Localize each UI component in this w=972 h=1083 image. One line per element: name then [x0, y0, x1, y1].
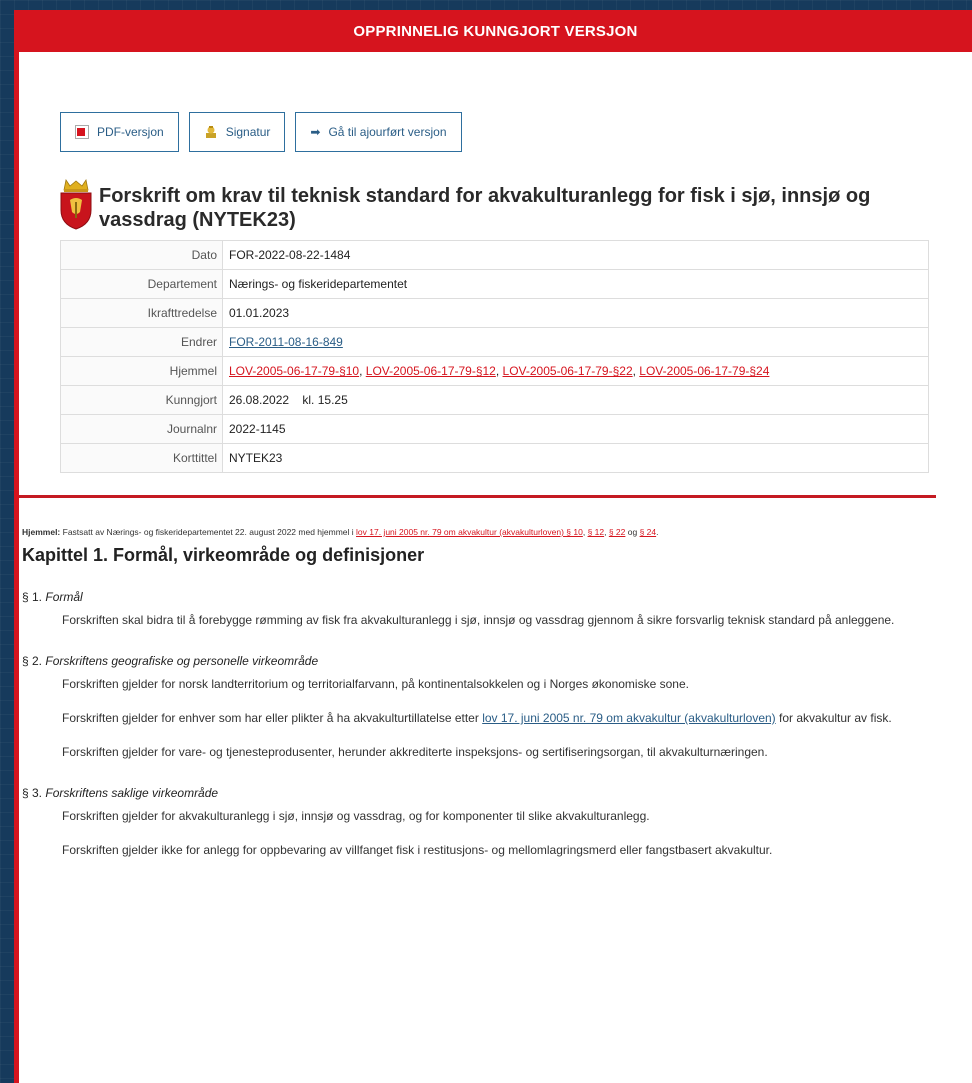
- hjemmel-link-24[interactable]: LOV-2005-06-17-79-§24: [639, 364, 769, 378]
- pdf-version-button[interactable]: PDF-versjon: [60, 112, 179, 152]
- signature-icon: [204, 125, 218, 139]
- meta-row-endrer: Endrer FOR-2011-08-16-849: [60, 327, 929, 357]
- chapter-heading: Kapittel 1. Formål, virkeområde og defin…: [22, 545, 425, 565]
- hjemmel-line: Hjemmel: Fastsatt av Nærings- og fiskeri…: [22, 527, 659, 537]
- meta-row-journalnr: Journalnr 2022-1145: [60, 414, 929, 444]
- meta-value: NYTEK23: [222, 443, 929, 473]
- law-section-12-link[interactable]: § 12: [588, 527, 605, 537]
- section-title: Formål: [45, 590, 83, 604]
- coat-of-arms-icon: [60, 178, 92, 230]
- law-link[interactable]: lov 17. juni 2005 nr. 79 om akvakultur (…: [356, 527, 583, 537]
- hjemmel-link-10[interactable]: LOV-2005-06-17-79-§10: [229, 364, 359, 378]
- metadata-table: Dato FOR-2022-08-22-1484 Departement Nær…: [60, 240, 929, 473]
- hjemmel-og: og: [625, 527, 640, 537]
- meta-label: Journalnr: [60, 414, 223, 444]
- meta-value: 2022-1145: [222, 414, 929, 444]
- section-divider: [19, 495, 936, 498]
- law-section-22-link[interactable]: § 22: [609, 527, 626, 537]
- meta-label: Ikrafttredelse: [60, 298, 223, 328]
- section-heading: § 1. Formål: [22, 590, 972, 604]
- section-number: § 3.: [22, 786, 43, 800]
- section-2: § 2. Forskriftens geografiske og persone…: [19, 654, 972, 762]
- meta-row-kunngjort: Kunngjort 26.08.2022 kl. 15.25: [60, 385, 929, 415]
- goto-current-version-button[interactable]: ➡ Gå til ajourført versjon: [295, 112, 462, 152]
- document-page: OPPRINNELIG KUNNGJORT VERSJON PDF-versjo…: [14, 10, 972, 1083]
- meta-label: Kunngjort: [60, 385, 223, 415]
- meta-row-departement: Departement Nærings- og fiskerideparteme…: [60, 269, 929, 299]
- paragraph-text: for akvakultur av fisk.: [775, 711, 892, 725]
- meta-label: Korttittel: [60, 443, 223, 473]
- version-banner: OPPRINNELIG KUNNGJORT VERSJON: [19, 10, 972, 52]
- meta-value: FOR-2022-08-22-1484: [222, 240, 929, 270]
- meta-value: LOV-2005-06-17-79-§10, LOV-2005-06-17-79…: [222, 356, 929, 386]
- document-content: PDF-versjon Signatur ➡ Gå til ajourført …: [19, 112, 972, 860]
- signature-button[interactable]: Signatur: [188, 112, 286, 152]
- section-heading: § 3. Forskriftens saklige virkeområde: [22, 786, 972, 800]
- section-paragraph: Forskriften gjelder ikke for anlegg for …: [62, 843, 773, 857]
- meta-label: Endrer: [60, 327, 223, 357]
- section-paragraph: Forskriften skal bidra til å forebygge r…: [62, 613, 895, 627]
- meta-row-korttittel: Korttittel NYTEK23: [60, 443, 929, 473]
- document-title: Forskrift om krav til teknisk standard f…: [99, 185, 871, 231]
- section-paragraph: Forskriften gjelder for norsk landterrit…: [62, 677, 689, 691]
- meta-value: 26.08.2022 kl. 15.25: [222, 385, 929, 415]
- document-toolbar: PDF-versjon Signatur ➡ Gå til ajourført …: [60, 112, 972, 152]
- section-paragraph: Forskriften gjelder for vare- og tjenest…: [62, 745, 768, 759]
- section-paragraph: Forskriften gjelder for enhver som har e…: [22, 708, 927, 728]
- meta-value: FOR-2011-08-16-849: [222, 327, 929, 357]
- endrer-link[interactable]: FOR-2011-08-16-849: [229, 335, 343, 349]
- section-paragraph: Forskriften gjelder for akvakulturanlegg…: [62, 809, 650, 823]
- meta-label: Dato: [60, 240, 223, 270]
- hjemmel-text: Fastsatt av Nærings- og fiskerideparteme…: [60, 527, 357, 537]
- section-1: § 1. Formål Forskriften skal bidra til å…: [19, 590, 972, 630]
- meta-row-ikrafttredelse: Ikrafttredelse 01.01.2023: [60, 298, 929, 328]
- section-number: § 2.: [22, 654, 43, 668]
- signature-label: Signatur: [225, 125, 271, 139]
- section-3: § 3. Forskriftens saklige virkeområde Fo…: [19, 786, 972, 860]
- arrow-right-icon: ➡: [310, 125, 321, 139]
- akvakulturloven-link[interactable]: lov 17. juni 2005 nr. 79 om akvakultur (…: [482, 711, 776, 725]
- meta-value: Nærings- og fiskeridepartementet: [222, 269, 929, 299]
- meta-value: 01.01.2023: [222, 298, 929, 328]
- goto-current-version-label: Gå til ajourført versjon: [328, 125, 447, 139]
- title-row: Forskrift om krav til teknisk standard f…: [56, 178, 972, 232]
- section-number: § 1.: [22, 590, 43, 604]
- hjemmel-end: .: [656, 527, 659, 537]
- meta-row-dato: Dato FOR-2022-08-22-1484: [60, 240, 929, 270]
- hjemmel-label: Hjemmel:: [22, 527, 61, 537]
- section-title: Forskriftens geografiske og personelle v…: [45, 654, 319, 668]
- hjemmel-link-22[interactable]: LOV-2005-06-17-79-§22: [503, 364, 633, 378]
- section-title: Forskriftens saklige virkeområde: [45, 786, 219, 800]
- meta-label: Departement: [60, 269, 223, 299]
- pdf-icon: [75, 125, 89, 139]
- meta-row-hjemmel: Hjemmel LOV-2005-06-17-79-§10, LOV-2005-…: [60, 356, 929, 386]
- hjemmel-link-12[interactable]: LOV-2005-06-17-79-§12: [366, 364, 496, 378]
- law-section-24-link[interactable]: § 24: [640, 527, 657, 537]
- meta-label: Hjemmel: [60, 356, 223, 386]
- section-heading: § 2. Forskriftens geografiske og persone…: [22, 654, 972, 668]
- paragraph-text: Forskriften gjelder for enhver som har e…: [62, 711, 483, 725]
- pdf-version-label: PDF-versjon: [97, 125, 164, 139]
